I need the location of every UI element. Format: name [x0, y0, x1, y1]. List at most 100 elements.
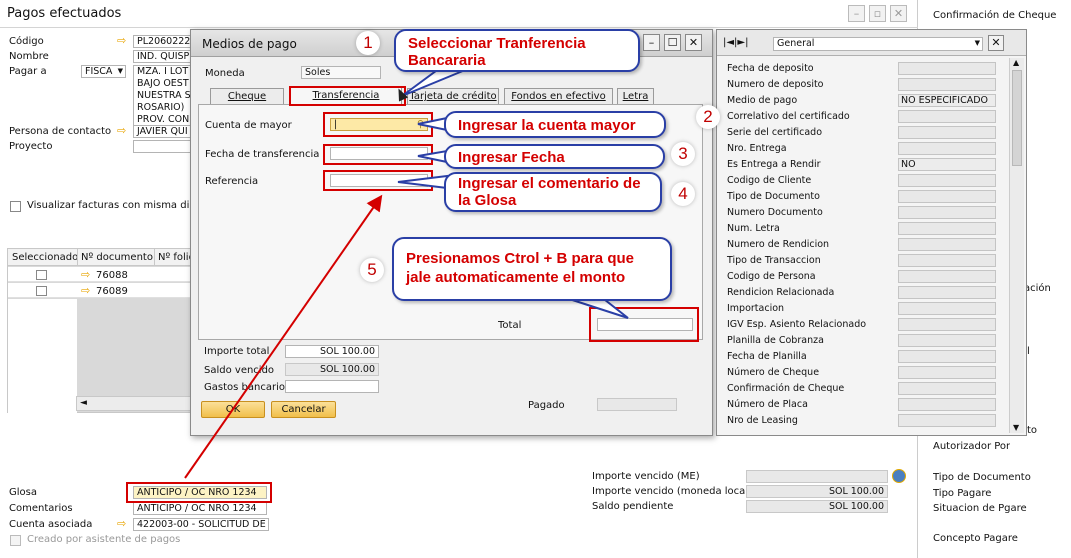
- udf-label: Fecha de deposito: [727, 63, 814, 74]
- udf-field[interactable]: NO: [898, 158, 996, 171]
- proyecto-field[interactable]: [133, 140, 193, 153]
- address-line: MZA. I LOT: [137, 66, 189, 77]
- callout-2: Ingresar la cuenta mayor: [444, 111, 666, 138]
- udf-field[interactable]: [898, 302, 996, 315]
- udf-field[interactable]: [898, 78, 996, 91]
- step-number-3: 3: [671, 142, 695, 166]
- scroll-up-icon[interactable]: ▲: [1013, 58, 1019, 67]
- tab-letra[interactable]: Letra: [617, 88, 654, 104]
- callout-3: Ingresar Fecha: [444, 144, 665, 169]
- udf-field[interactable]: [898, 142, 996, 155]
- tab-fondos[interactable]: Fondos en efectivo: [504, 88, 613, 104]
- total-label: Total: [498, 320, 522, 331]
- importe-total-label: Importe total: [204, 346, 270, 357]
- col-header[interactable]: Seleccionado: [12, 252, 78, 263]
- col-header[interactable]: Nº folio: [158, 252, 193, 263]
- callout-5-text: Presionamos Ctrol + B para que jale auto…: [406, 250, 634, 286]
- col-divider: [77, 249, 78, 266]
- udf-field[interactable]: [898, 190, 996, 203]
- close-panel-button[interactable]: ✕: [988, 35, 1004, 51]
- callout-4-text: Ingresar el comentario de la Glosa: [458, 175, 641, 209]
- title-divider: [0, 27, 918, 28]
- moneda-label: Moneda: [205, 68, 245, 79]
- udf-field[interactable]: [898, 382, 996, 395]
- link-arrow-icon[interactable]: ⇨: [81, 285, 93, 296]
- currency-icon[interactable]: [892, 469, 906, 483]
- close-button[interactable]: ✕: [685, 34, 702, 51]
- link-arrow-icon[interactable]: ⇨: [117, 518, 129, 529]
- udf-field[interactable]: [898, 62, 996, 75]
- nombre-label: Nombre: [9, 51, 49, 62]
- minimize-button[interactable]: –: [643, 34, 660, 51]
- address-line: NUESTRA S: [137, 90, 191, 101]
- row-checkbox[interactable]: [36, 270, 47, 280]
- scroll-thumb[interactable]: [1012, 70, 1022, 166]
- maximize-button[interactable]: ☐: [664, 34, 681, 51]
- link-arrow-icon[interactable]: ⇨: [117, 35, 129, 46]
- nombre-field[interactable]: IND. QUISP: [133, 50, 193, 63]
- udf-field[interactable]: [898, 222, 996, 235]
- side-label: l: [1027, 346, 1030, 357]
- udf-field[interactable]: [898, 110, 996, 123]
- udf-field[interactable]: [898, 286, 996, 299]
- dialog-title: Medios de pago: [202, 37, 297, 51]
- udf-field[interactable]: [898, 366, 996, 379]
- cancel-button[interactable]: Cancelar: [271, 401, 336, 418]
- row-checkbox[interactable]: [36, 286, 47, 296]
- pagar-a-select[interactable]: FISCA ▼: [81, 65, 126, 78]
- udf-label: Número de Cheque: [727, 367, 820, 378]
- address-box[interactable]: MZA. I LOT BAJO OEST NUESTRA S ROSARIO) …: [133, 65, 193, 126]
- importe-me-label: Importe vencido (ME): [592, 471, 700, 482]
- gastos-bancarios-field[interactable]: [285, 380, 379, 393]
- pagado-field: [597, 398, 677, 411]
- udf-field[interactable]: [898, 254, 996, 267]
- codigo-field[interactable]: PL20602221: [133, 35, 193, 48]
- nav-arrows-icon[interactable]: |◄|►|: [723, 37, 749, 48]
- udf-field[interactable]: NO ESPECIFICADO: [898, 94, 996, 107]
- udf-label: Planilla de Cobranza: [727, 335, 824, 346]
- panel-vertical-scrollbar[interactable]: ▲ ▼: [1009, 58, 1024, 433]
- udf-label: Tipo de Transaccion: [727, 255, 821, 266]
- cuenta-asociada-field[interactable]: 422003-00 - SOLICITUD DE A: [133, 518, 269, 531]
- visualizar-checkbox[interactable]: [10, 201, 21, 212]
- persona-label: Persona de contacto: [9, 126, 112, 137]
- ok-button[interactable]: OK: [201, 401, 265, 418]
- col-header[interactable]: Nº documento: [81, 252, 153, 263]
- udf-field[interactable]: [898, 238, 996, 251]
- udf-label: Nro. Entrega: [727, 143, 787, 154]
- persona-field[interactable]: JAVIER QUI: [133, 125, 193, 138]
- udf-field[interactable]: [898, 414, 996, 427]
- close-button[interactable]: ✕: [890, 5, 907, 22]
- tab-cheque[interactable]: Cheque: [210, 88, 284, 104]
- link-arrow-icon[interactable]: ⇨: [81, 269, 93, 280]
- moneda-field[interactable]: Soles: [301, 66, 381, 79]
- side-label: Confirmación de Cheque: [933, 10, 1057, 21]
- callout-4: Ingresar el comentario de la Glosa: [444, 172, 662, 212]
- pagar-a-label: Pagar a: [9, 66, 47, 77]
- step-number-4: 4: [671, 182, 695, 206]
- table-horizontal-scrollbar[interactable]: ◄: [76, 396, 193, 411]
- udf-field[interactable]: [898, 206, 996, 219]
- side-label: Autorizador Por: [933, 441, 1011, 452]
- udf-field[interactable]: [898, 334, 996, 347]
- minimize-button[interactable]: –: [848, 5, 865, 22]
- pagado-label: Pagado: [528, 400, 565, 411]
- creado-checkbox[interactable]: [10, 535, 21, 546]
- udf-field[interactable]: [898, 270, 996, 283]
- scroll-down-icon[interactable]: ▼: [1013, 423, 1019, 432]
- importe-ml-field: SOL 100.00: [746, 485, 888, 498]
- comentarios-field[interactable]: ANTICIPO / OC NRO 1234: [133, 502, 267, 515]
- udf-label: Es Entrega a Rendir: [727, 159, 821, 170]
- table-area-white: [8, 299, 77, 413]
- udf-field[interactable]: [898, 126, 996, 139]
- tab-tarjeta[interactable]: Tarjeta de crédito: [407, 88, 499, 104]
- udf-category-select[interactable]: General ▼: [773, 37, 983, 51]
- maximize-button[interactable]: ▫: [869, 5, 886, 22]
- link-arrow-icon[interactable]: ⇨: [117, 125, 129, 136]
- udf-field[interactable]: [898, 350, 996, 363]
- udf-field[interactable]: [898, 318, 996, 331]
- referencia-label: Referencia: [205, 176, 259, 187]
- udf-field[interactable]: [898, 398, 996, 411]
- udf-field[interactable]: [898, 174, 996, 187]
- saldo-pendiente-label: Saldo pendiente: [592, 501, 674, 512]
